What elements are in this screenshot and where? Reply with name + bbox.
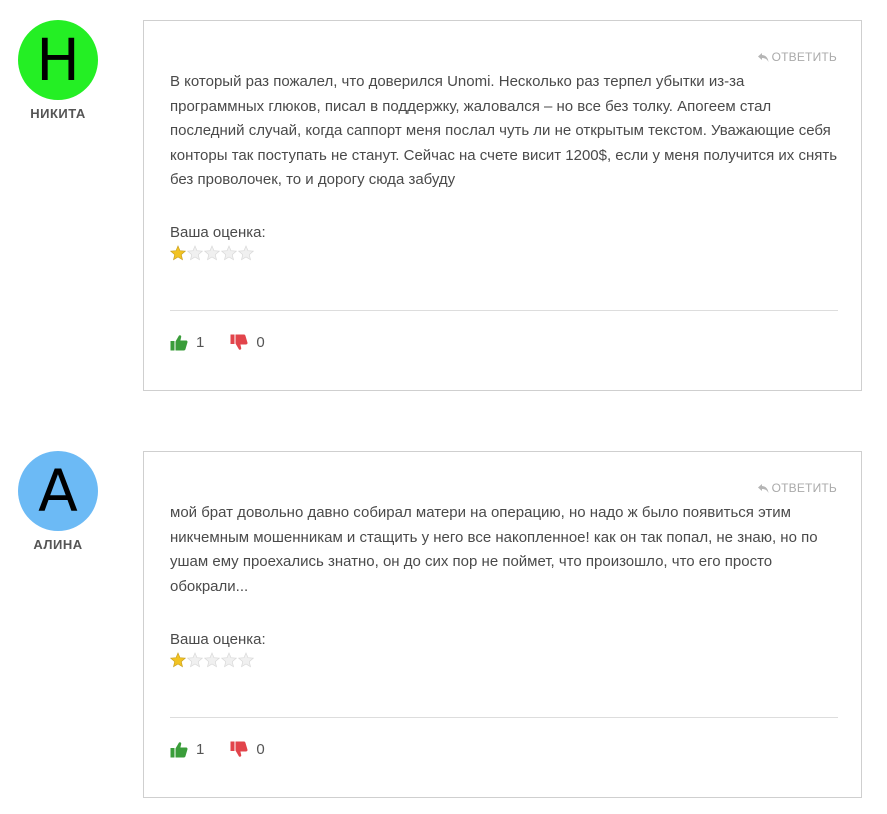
like-count: 1 — [196, 741, 205, 758]
dislike-count: 0 — [256, 741, 265, 758]
comment-card: ОТВЕТИТЬ В который раз пожалел, что дове… — [143, 20, 862, 391]
comment-text: мой брат довольно давно собирал матери н… — [170, 504, 818, 595]
star-icon[interactable] — [221, 652, 237, 668]
rating-label: Ваша оценка: — [170, 631, 266, 648]
thumbs-down-icon — [230, 741, 248, 758]
reply-arrow-icon — [757, 52, 769, 63]
vote-bar: 1 0 — [170, 741, 265, 758]
comment-card: ОТВЕТИТЬ мой брат довольно давно собирал… — [143, 451, 862, 798]
like-count: 1 — [196, 334, 205, 351]
star-icon[interactable] — [170, 245, 186, 261]
divider — [170, 717, 838, 718]
comment-author: АЛИНА — [33, 537, 83, 552]
thumbs-down-icon — [230, 334, 248, 351]
like-button[interactable]: 1 — [170, 741, 204, 758]
thumbs-up-icon — [170, 334, 188, 351]
star-rating[interactable] — [170, 652, 254, 668]
star-icon[interactable] — [187, 652, 203, 668]
star-icon[interactable] — [238, 652, 254, 668]
star-rating[interactable] — [170, 245, 254, 261]
like-button[interactable]: 1 — [170, 334, 204, 351]
thumbs-up-icon — [170, 741, 188, 758]
dislike-count: 0 — [256, 334, 265, 351]
reply-label: ОТВЕТИТЬ — [771, 50, 837, 64]
star-icon[interactable] — [187, 245, 203, 261]
reply-button[interactable]: ОТВЕТИТЬ — [757, 50, 837, 64]
divider — [170, 310, 838, 311]
star-icon[interactable] — [170, 652, 186, 668]
star-icon[interactable] — [238, 245, 254, 261]
avatar: H — [18, 20, 98, 100]
reply-arrow-icon — [757, 483, 769, 494]
rating-label: Ваша оценка: — [170, 224, 266, 241]
reply-label: ОТВЕТИТЬ — [771, 481, 837, 495]
star-icon[interactable] — [221, 245, 237, 261]
star-icon[interactable] — [204, 652, 220, 668]
comment-text: В который раз пожалел, что доверился Uno… — [170, 73, 838, 188]
dislike-button[interactable]: 0 — [230, 741, 265, 758]
dislike-button[interactable]: 0 — [230, 334, 265, 351]
avatar: A — [18, 451, 98, 531]
vote-bar: 1 0 — [170, 334, 265, 351]
star-icon[interactable] — [204, 245, 220, 261]
comment-author: НИКИТА — [30, 106, 86, 121]
reply-button[interactable]: ОТВЕТИТЬ — [757, 481, 837, 495]
